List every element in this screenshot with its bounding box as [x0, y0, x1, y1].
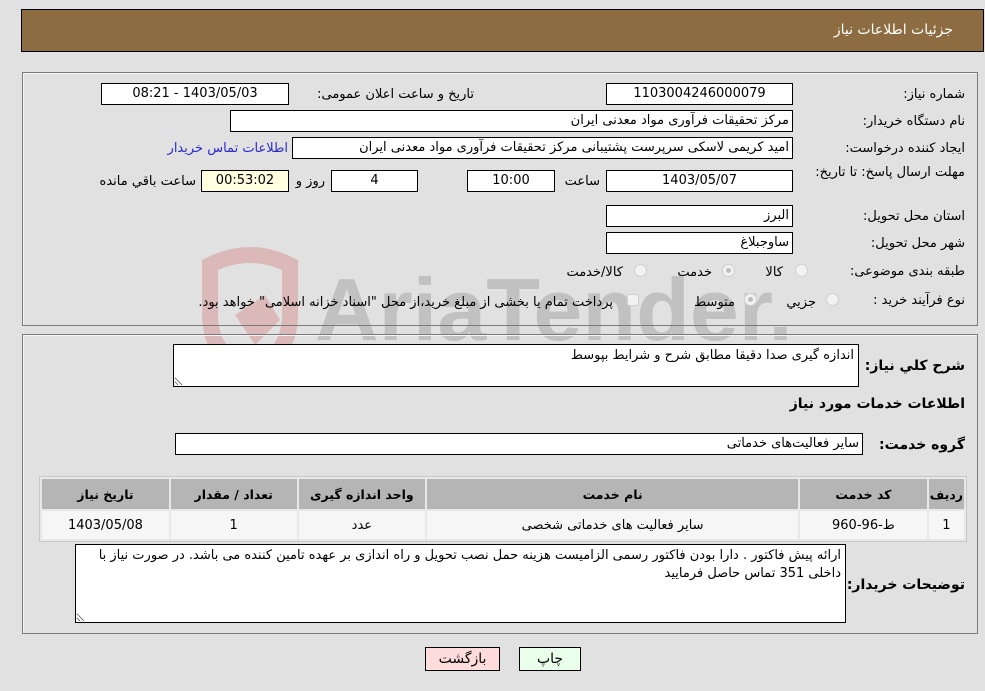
col-row-number: ردیف: [928, 479, 964, 509]
remaining-label: ساعت باقي مانده: [99, 174, 196, 189]
deadline-time-field: 10:00: [467, 170, 555, 192]
deadline-time-label: ساعت: [564, 174, 600, 189]
page-title: جزئیات اطلاعات نیاز: [833, 22, 953, 38]
treasury-checkbox[interactable]: [627, 294, 639, 306]
radio-category-service[interactable]: [722, 264, 735, 277]
cell-row-number: 1: [928, 511, 964, 539]
cell-unit: عدد: [298, 511, 426, 539]
deadline-label: مهلت ارسال پاسخ: تا تاریخ:: [815, 165, 965, 180]
days-field: 4: [331, 170, 418, 192]
radio-process-medium-label: متوسط: [694, 295, 735, 310]
deadline-date-field: 1403/05/07: [606, 170, 793, 192]
radio-category-goods-service[interactable]: [634, 264, 647, 277]
back-button[interactable]: بازگشت: [425, 647, 500, 671]
city-field: ساوجبلاغ: [606, 232, 793, 254]
remaining-time-field: 00:53:02: [201, 170, 289, 192]
description-label: شرح کلي نیاز:: [864, 358, 965, 374]
radio-process-medium[interactable]: [744, 293, 757, 306]
cell-service-code: ط-96-960: [800, 511, 927, 539]
services-heading: اطلاعات خدمات مورد نیاز: [789, 396, 965, 412]
col-unit: واحد اندازه گیری: [298, 479, 426, 509]
cell-quantity: 1: [170, 511, 297, 539]
radio-process-minor[interactable]: [826, 293, 839, 306]
days-label: روز و: [295, 174, 325, 189]
service-group-field: سایر فعالیت‌های خدماتی: [175, 433, 863, 455]
need-number-label: شماره نیاز:: [903, 87, 965, 102]
radio-category-service-label: خدمت: [677, 265, 712, 280]
cell-service-name: سایر فعالیت های خدماتی شخصی: [427, 511, 799, 539]
buyer-org-field: مرکز تحقیقات فرآوری مواد معدنی ایران: [230, 110, 793, 132]
col-service-code: کد خدمت: [800, 479, 927, 509]
buyer-notes-label: توضیحات خریدار:: [846, 577, 965, 593]
announce-label: تاریخ و ساعت اعلان عمومی:: [317, 87, 474, 102]
buyer-org-label: نام دستگاه خریدار:: [862, 114, 965, 129]
col-service-name: نام خدمت: [427, 479, 799, 509]
radio-category-goods-service-label: کالا/خدمت: [566, 265, 623, 280]
province-label: استان محل تحویل:: [863, 209, 965, 224]
city-label: شهر محل تحویل:: [870, 236, 965, 251]
cell-need-date: 1403/05/08: [42, 511, 169, 539]
buyer-contact-link[interactable]: اطلاعات تماس خریدار: [168, 141, 288, 156]
description-textarea[interactable]: اندازه گیری صدا دقیقا مطابق شرح و شرایط …: [173, 344, 859, 387]
requester-label: ایجاد کننده درخواست:: [845, 141, 965, 156]
province-field: البرز: [606, 205, 793, 227]
services-table: ردیف کد خدمت نام خدمت واحد اندازه گیری ت…: [39, 476, 967, 542]
col-quantity: تعداد / مقدار: [170, 479, 297, 509]
category-label: طبقه بندی موضوعی:: [849, 264, 965, 279]
need-number-field: 1103004246000079: [606, 83, 793, 105]
table-header-row: ردیف کد خدمت نام خدمت واحد اندازه گیری ت…: [42, 479, 964, 509]
page-header: جزئیات اطلاعات نیاز: [21, 9, 984, 52]
print-button[interactable]: چاپ: [519, 647, 581, 671]
radio-category-goods[interactable]: [795, 264, 808, 277]
process-label: نوع فرآیند خرید :: [873, 293, 965, 308]
radio-category-goods-label: کالا: [765, 265, 783, 280]
buyer-notes-textarea[interactable]: ارائه پیش فاکتور . دارا بودن فاکتور رسمی…: [75, 544, 846, 623]
requester-field: امید کریمی لاسکی سرپرست پشتیبانی مرکز تح…: [292, 137, 793, 159]
treasury-checkbox-label: پرداخت تمام یا بخشی از مبلغ خرید،از محل …: [198, 295, 613, 310]
table-row: 1 ط-96-960 سایر فعالیت های خدماتی شخصی ع…: [42, 511, 964, 539]
service-group-label: گروه خدمت:: [879, 437, 965, 453]
announce-field: 1403/05/03 - 08:21: [101, 83, 289, 105]
radio-process-minor-label: جزيي: [786, 295, 816, 310]
col-need-date: تاریخ نیاز: [42, 479, 169, 509]
